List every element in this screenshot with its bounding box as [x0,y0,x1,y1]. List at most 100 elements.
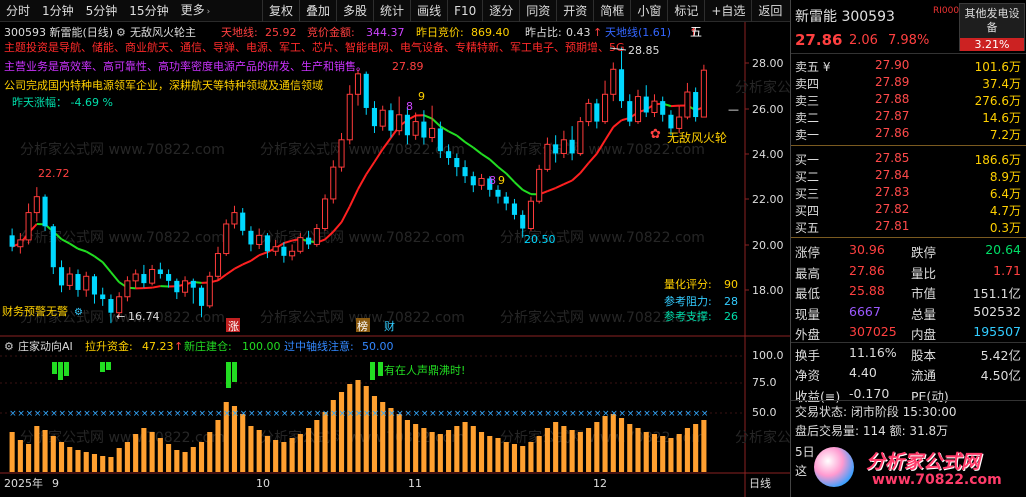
cross-marker: × [26,409,34,419]
ma-segment [472,146,483,155]
small-window-button[interactable]: 小窗 [630,0,667,22]
minute-button[interactable]: 逐分 [482,0,519,22]
indicator-name[interactable]: 无敌风火轮主 [130,25,196,39]
cross-marker: × [108,409,116,419]
guozhong-value: 50.00 [362,340,394,353]
fuquan-button[interactable]: 复权 [262,0,299,22]
quote-value: 4.40 [849,365,877,380]
quote-row: 净资 4.40 流通 4.50亿 [791,363,1026,384]
candle-body [206,275,213,307]
tab-1min[interactable]: 1分钟 [36,0,80,22]
quote-value: 195507 [973,324,1021,339]
arrow-right-icon: — [728,103,739,116]
add-watchlist-button[interactable]: +自选 [704,0,751,22]
mark-button[interactable]: 标记 [667,0,704,22]
gear-icon[interactable]: ⚙ [4,340,14,353]
bid-row[interactable]: 买二 27.84 8.9万 [791,167,1026,184]
cross-marker: × [83,409,91,419]
candle-body [527,200,534,230]
volume-bar [108,457,114,472]
cross-marker: × [651,409,659,419]
ask-row[interactable]: 卖三 27.88 276.6万 [791,91,1026,108]
stats-button[interactable]: 统计 [373,0,410,22]
tab-fenshi[interactable]: 分时 [0,0,36,22]
ask-row[interactable]: 卖五 ¥ 27.90 101.6万 [791,57,1026,74]
cross-marker: × [462,409,470,419]
tab-5min[interactable]: 5分钟 [80,0,124,22]
tongzi-button[interactable]: 同资 [519,0,556,22]
bid-row[interactable]: 买一 27.85 186.6万 [791,150,1026,167]
event-tag-bang[interactable]: 榜 [357,319,368,333]
bid-row[interactable]: 买四 27.82 4.7万 [791,201,1026,218]
kaizi-button[interactable]: 开资 [556,0,593,22]
simple-frame-button[interactable]: 简框 [593,0,630,22]
cross-marker: × [371,409,379,419]
quote-label: 现量 [795,306,821,322]
candle-body [544,143,551,170]
ask-price: 27.90 [875,58,910,72]
quote-sidebar: 新雷能 300593 RI000 27.86 2.06 7.98% 其他发电设备… [790,0,1026,497]
price-axis-tick: 26.00 [752,103,784,116]
volume-bar [643,432,649,472]
sub-axis-tick: 75.0 [752,376,777,389]
ma-segment [101,261,112,273]
cross-marker: × [396,409,404,419]
overlay-button[interactable]: 叠加 [299,0,336,22]
cross-marker: × [528,409,536,419]
ma-segment [225,267,236,276]
support-label: 参考支撑: [664,309,712,323]
price-label-peak: 28.85 [628,44,660,57]
top-toolbar: 分时 1分钟 5分钟 15分钟 更多 › 复权 叠加 多股 统计 画线 F10 逐… [0,0,790,22]
zuobi-value: 0.43 [566,26,591,39]
candle-body [684,91,691,118]
cross-marker: × [577,409,585,419]
kline-chart[interactable]: 分析家公式网 www.70822.com 分析家公式网 www.70822.com… [0,22,790,497]
back-button[interactable]: 返回 [751,0,788,22]
gear-icon: ⚙ [74,307,83,318]
cross-marker: × [520,409,528,419]
cross-marker: × [75,409,83,419]
bid-volume: 186.6万 [974,153,1021,167]
cross-marker: × [273,409,281,419]
ma-segment [423,114,433,120]
ask-price: 27.89 [875,75,910,89]
f10-button[interactable]: F10 [447,0,482,22]
xinzhuang-value: 100.00 [242,340,281,353]
gear-icon[interactable]: ⚙ [116,26,126,39]
stock-chart-app: 分时 1分钟 5分钟 15分钟 更多 › 复权 叠加 多股 统计 画线 F10 逐… [0,0,1026,497]
volume-bar [149,432,155,472]
event-tag-cai[interactable]: 财 [384,319,395,333]
volume-bar [289,438,295,472]
ask-row[interactable]: 卖一 27.86 7.2万 [791,125,1026,142]
cross-marker: × [684,409,692,419]
candle-body [454,158,460,168]
event-tag-zhang[interactable]: 涨 [228,320,239,333]
volume-bar [586,428,592,472]
tab-more[interactable]: 更多 › [175,0,217,23]
bid-row[interactable]: 买五 27.81 0.3万 [791,218,1026,235]
quote-label: PE(动) [911,388,949,404]
sub-panel-title[interactable]: 庄家动向AI [18,339,73,353]
cross-marker: × [322,409,330,419]
multi-stock-button[interactable]: 多股 [336,0,373,22]
volume-bar [240,414,246,472]
business-line: 主营业务是高效率、高可靠性、高功率密度电源产品的研发、生产和销售。 [4,59,367,73]
volume-bar [133,434,139,472]
ma-segment [365,161,376,175]
tiandi-value: 25.92 [265,26,297,39]
bid-row[interactable]: 买三 27.83 6.4万 [791,184,1026,201]
candle-body [634,96,642,123]
ask-row[interactable]: 卖四 27.89 37.4万 [791,74,1026,91]
status-divider [791,400,1026,401]
cross-marker: × [166,409,174,419]
cross-marker: × [602,409,610,419]
candle-body [91,276,98,295]
candle-body [396,114,403,132]
draw-line-button[interactable]: 画线 [410,0,447,22]
quote-table: 涨停 30.96 跌停 20.64 最高 27.86 量比 1.71 最低 25.88 市值 151.… [791,240,1026,404]
volume-bars [9,380,707,472]
sector-box[interactable]: 其他发电设备 3.21% [959,3,1025,51]
ask-row[interactable]: 卖二 27.87 14.6万 [791,108,1026,125]
tab-15min[interactable]: 15分钟 [123,0,174,22]
bid-label: 买二 [795,170,820,184]
